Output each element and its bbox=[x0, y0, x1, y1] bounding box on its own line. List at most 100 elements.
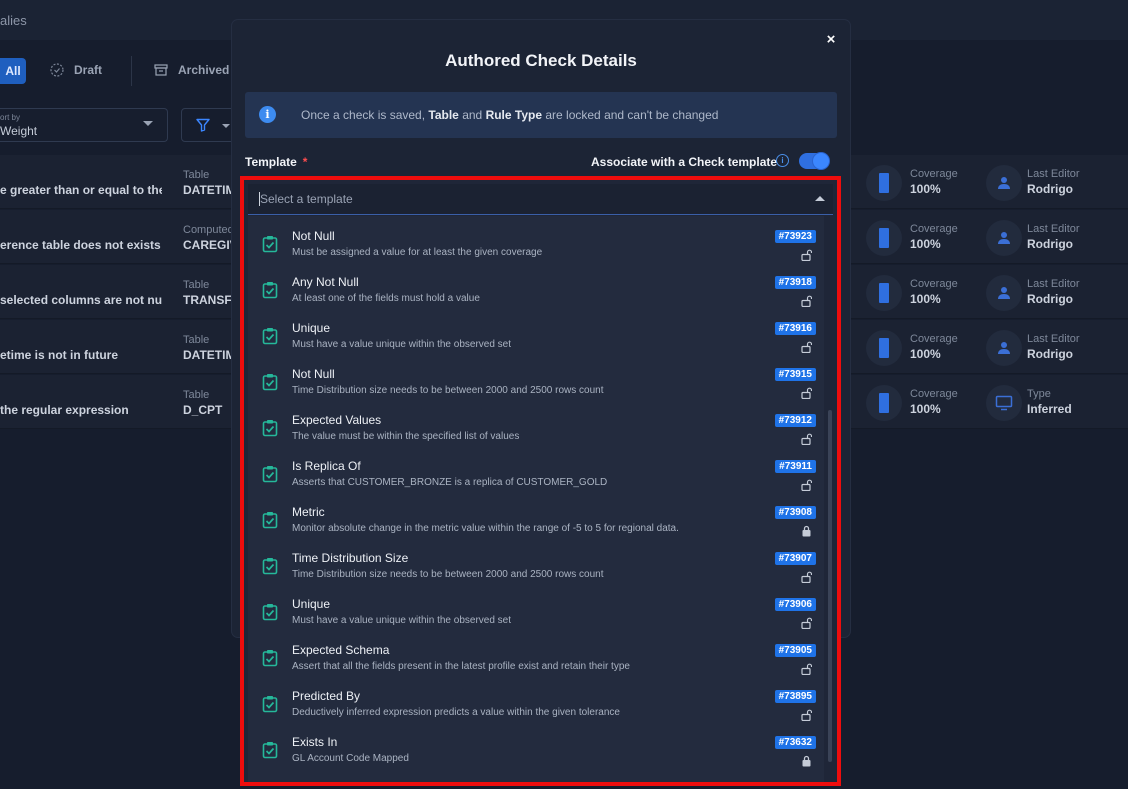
template-name: Any Not Null bbox=[292, 275, 359, 289]
template-name: Time Distribution Size bbox=[292, 551, 409, 565]
row-description: erence table does not exists i... bbox=[0, 238, 162, 252]
row-category-label: Computed bbox=[183, 224, 234, 236]
unlock-icon bbox=[801, 616, 813, 634]
template-name: Exists In bbox=[292, 781, 337, 782]
clipboard-check-icon bbox=[262, 741, 278, 764]
scrollbar[interactable] bbox=[828, 410, 832, 762]
template-option[interactable]: Expected Values The value must be within … bbox=[248, 406, 824, 452]
lock-icon bbox=[801, 524, 812, 542]
sort-label: ort by bbox=[0, 113, 21, 122]
template-description: Time Distribution size needs to be betwe… bbox=[292, 385, 604, 396]
unlock-icon bbox=[801, 570, 813, 588]
template-description: Deductively inferred expression predicts… bbox=[292, 707, 620, 718]
row-meta-label: Last Editor bbox=[1027, 333, 1080, 345]
tab-all[interactable]: All bbox=[0, 58, 26, 84]
template-description: At least one of the fields must hold a v… bbox=[292, 293, 480, 304]
template-option[interactable]: Not Null Must be assigned a value for at … bbox=[248, 222, 824, 268]
template-option[interactable]: Time Distribution Size Time Distribution … bbox=[248, 544, 824, 590]
row-category-label: Table bbox=[183, 334, 210, 346]
required-mark: * bbox=[302, 155, 308, 169]
row-description: e greater than or equal to the ... bbox=[0, 183, 162, 197]
template-name: Exists In bbox=[292, 735, 338, 749]
template-option[interactable]: Exists In #73631 bbox=[248, 774, 824, 786]
template-name: Unique bbox=[292, 321, 331, 335]
template-name: Expected Values bbox=[292, 413, 382, 427]
template-name: Unique bbox=[292, 597, 331, 611]
associate-template-toggle[interactable] bbox=[799, 153, 829, 169]
template-name: Expected Schema bbox=[292, 643, 390, 657]
template-option[interactable]: Not Null Time Distribution size needs to … bbox=[248, 360, 824, 406]
unlock-icon bbox=[801, 340, 813, 358]
template-id-badge: #73918 bbox=[774, 276, 816, 289]
template-id-badge: #73906 bbox=[774, 598, 816, 611]
clipboard-check-icon bbox=[262, 649, 278, 672]
template-id-badge: #73632 bbox=[774, 736, 816, 749]
template-option[interactable]: Unique Must have a value unique within th… bbox=[248, 590, 824, 636]
template-option[interactable]: Metric Monitor absolute change in the met… bbox=[248, 498, 824, 544]
clipboard-check-icon bbox=[262, 557, 278, 580]
unlock-icon bbox=[801, 662, 813, 680]
row-description: the regular expression bbox=[0, 403, 129, 417]
tab-divider bbox=[131, 56, 132, 86]
row-coverage-value: 100% bbox=[910, 292, 941, 306]
unlock-icon bbox=[801, 432, 813, 450]
template-option[interactable]: Exists In GL Account Code Mapped #73632 bbox=[248, 728, 824, 774]
template-id-badge: #73907 bbox=[774, 552, 816, 565]
filter-button[interactable] bbox=[181, 108, 237, 142]
template-option[interactable]: Is Replica Of Asserts that CUSTOMER_BRONZ… bbox=[248, 452, 824, 498]
template-id-badge: #73916 bbox=[774, 322, 816, 335]
row-meta-value: Inferred bbox=[1027, 402, 1072, 416]
unlock-icon bbox=[801, 386, 813, 404]
template-option[interactable]: Predicted By Deductively inferred express… bbox=[248, 682, 824, 728]
sort-select[interactable]: ort by Weight bbox=[0, 108, 168, 142]
template-select-placeholder: Select a template bbox=[260, 192, 353, 206]
tab-draft[interactable]: Draft bbox=[50, 63, 102, 77]
row-category-label: Table bbox=[183, 169, 210, 181]
row-coverage-label: Coverage bbox=[910, 168, 958, 180]
info-icon: i bbox=[259, 106, 276, 123]
user-icon bbox=[986, 275, 1022, 311]
row-coverage-value: 100% bbox=[910, 347, 941, 361]
template-options-list: Not Null Must be assigned a value for at … bbox=[248, 216, 824, 782]
template-id-badge: #73912 bbox=[774, 414, 816, 427]
row-coverage-label: Coverage bbox=[910, 223, 958, 235]
template-dropdown: Select a template Not Null Must be assign… bbox=[240, 176, 841, 786]
template-option[interactable]: Expected Schema Assert that all the field… bbox=[248, 636, 824, 682]
row-coverage-label: Coverage bbox=[910, 388, 958, 400]
row-meta-value: Rodrigo bbox=[1027, 182, 1073, 196]
template-id-badge: #73915 bbox=[774, 368, 816, 381]
row-coverage-value: 100% bbox=[910, 402, 941, 416]
clipboard-check-icon bbox=[262, 419, 278, 442]
row-coverage-value: 100% bbox=[910, 237, 941, 251]
user-icon bbox=[986, 330, 1022, 366]
clipboard-check-icon bbox=[262, 373, 278, 396]
page-breadcrumb: alies bbox=[0, 13, 27, 28]
info-icon[interactable]: i bbox=[776, 154, 789, 167]
template-option[interactable]: Any Not Null At least one of the fields m… bbox=[248, 268, 824, 314]
close-button[interactable]: × bbox=[822, 30, 840, 48]
template-label: Template * bbox=[245, 155, 308, 169]
clipboard-check-icon bbox=[262, 465, 278, 488]
template-select[interactable]: Select a template bbox=[248, 184, 833, 215]
template-description: Must have a value unique within the obse… bbox=[292, 339, 512, 350]
template-description: Time Distribution size needs to be betwe… bbox=[292, 569, 604, 580]
modal-title: Authored Check Details bbox=[445, 51, 637, 70]
tab-archived[interactable]: Archived bbox=[154, 63, 229, 77]
template-id-badge: #73895 bbox=[774, 690, 816, 703]
template-name: Is Replica Of bbox=[292, 459, 361, 473]
template-option[interactable]: Unique Must have a value unique within th… bbox=[248, 314, 824, 360]
chevron-up-icon[interactable] bbox=[815, 196, 825, 201]
row-description: selected columns are not null bbox=[0, 293, 162, 307]
user-icon bbox=[986, 165, 1022, 201]
template-id-badge: #73631 bbox=[775, 782, 816, 786]
row-category-value: DATETIM bbox=[183, 348, 236, 362]
template-id-badge: #73908 bbox=[774, 506, 816, 519]
clipboard-check-icon bbox=[262, 327, 278, 350]
monitor-icon bbox=[986, 385, 1022, 421]
tab-archived-label: Archived bbox=[178, 63, 230, 77]
draft-icon bbox=[50, 63, 64, 77]
template-description: Asserts that CUSTOMER_BRONZE is a replic… bbox=[292, 477, 608, 488]
chevron-down-icon bbox=[143, 121, 153, 126]
template-name: Predicted By bbox=[292, 689, 361, 703]
lock-icon bbox=[801, 754, 812, 772]
